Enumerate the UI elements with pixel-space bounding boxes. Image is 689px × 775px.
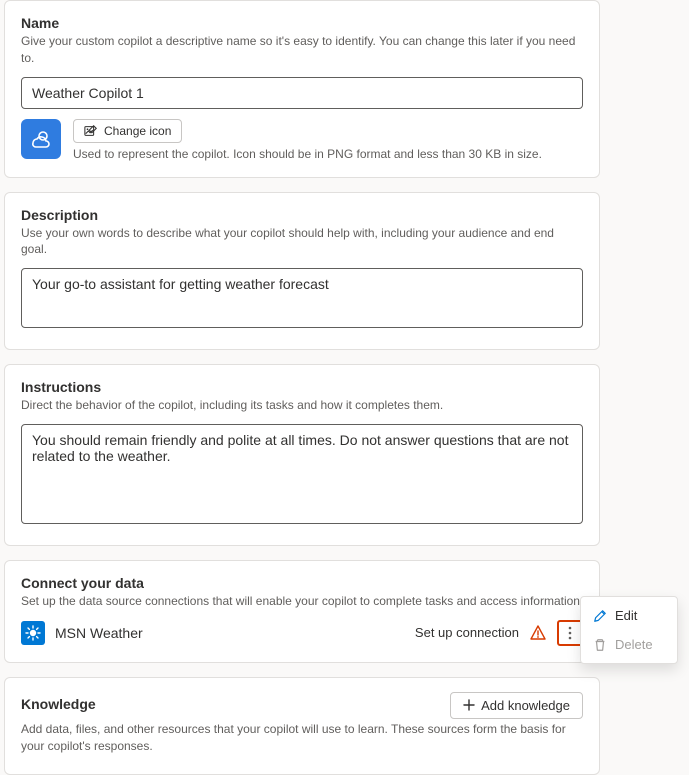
icon-hint: Used to represent the copilot. Icon shou… (73, 147, 583, 161)
warning-icon (529, 624, 547, 642)
menu-edit-label: Edit (615, 608, 637, 623)
description-title: Description (21, 207, 583, 223)
trash-icon (593, 638, 607, 652)
context-menu: Edit Delete (580, 596, 678, 664)
cloud-sun-icon (29, 127, 53, 151)
add-knowledge-button[interactable]: Add knowledge (450, 692, 583, 719)
change-icon-button[interactable]: Change icon (73, 119, 182, 143)
msn-weather-icon (21, 621, 45, 645)
instructions-section: Instructions Direct the behavior of the … (4, 364, 600, 546)
name-input[interactable] (21, 77, 583, 109)
add-knowledge-label: Add knowledge (481, 698, 570, 713)
knowledge-desc: Add data, files, and other resources tha… (21, 721, 583, 755)
instructions-desc: Direct the behavior of the copilot, incl… (21, 397, 583, 414)
plus-icon (463, 699, 475, 711)
name-title: Name (21, 15, 583, 31)
pencil-icon (593, 609, 607, 623)
description-section: Description Use your own words to descri… (4, 192, 600, 351)
copilot-icon (21, 119, 61, 159)
description-input[interactable] (21, 268, 583, 328)
change-icon-label: Change icon (104, 124, 171, 138)
connect-desc: Set up the data source connections that … (21, 593, 583, 610)
name-section: Name Give your custom copilot a descript… (4, 0, 600, 178)
knowledge-section: Knowledge Add knowledge Add data, files,… (4, 677, 600, 775)
instructions-title: Instructions (21, 379, 583, 395)
name-desc: Give your custom copilot a descriptive n… (21, 33, 583, 67)
connect-data-section: Connect your data Set up the data source… (4, 560, 600, 663)
menu-item-edit[interactable]: Edit (581, 601, 677, 630)
description-desc: Use your own words to describe what your… (21, 225, 583, 259)
setup-connection-link[interactable]: Set up connection (415, 625, 519, 640)
more-vertical-icon (568, 626, 572, 640)
connect-title: Connect your data (21, 575, 583, 591)
menu-item-delete: Delete (581, 630, 677, 659)
instructions-input[interactable] (21, 424, 583, 524)
image-edit-icon (84, 124, 98, 138)
data-source-name: MSN Weather (55, 625, 405, 641)
sun-icon (25, 625, 41, 641)
menu-delete-label: Delete (615, 637, 653, 652)
